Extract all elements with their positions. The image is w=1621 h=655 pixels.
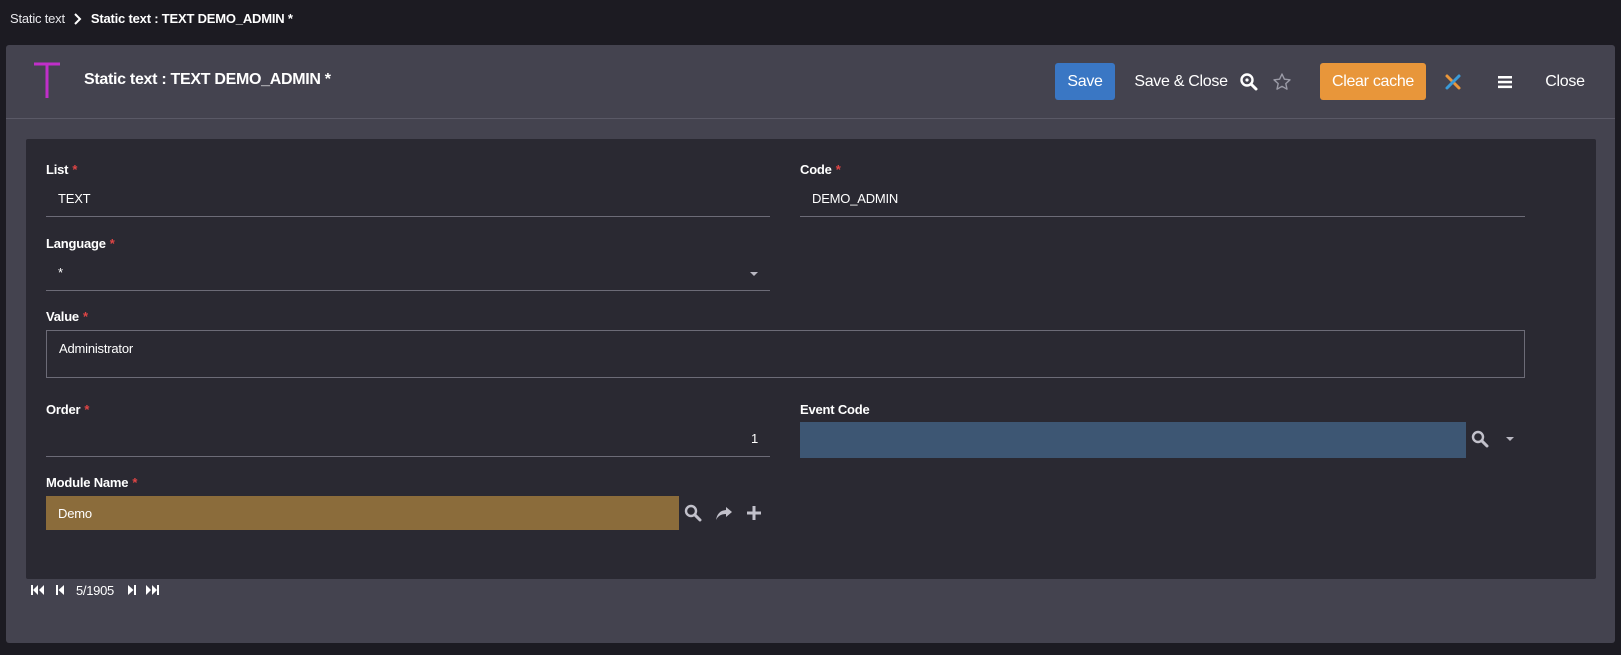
tools-icon[interactable] — [1442, 71, 1464, 93]
order-value: 1 — [750, 431, 758, 446]
plus-icon[interactable] — [744, 503, 764, 523]
order-field[interactable]: 1 — [46, 421, 770, 457]
page-position: 5/1905 — [76, 582, 114, 598]
record-panel: Static text : TEXT DEMO_ADMIN * Save Sav… — [6, 45, 1615, 643]
toolbar: Save Save & Close Clear cache Close — [6, 63, 1615, 101]
breadcrumb-current: Static text : TEXT DEMO_ADMIN * — [90, 11, 293, 26]
menu-icon[interactable] — [1494, 71, 1516, 93]
last-page-icon[interactable] — [144, 582, 160, 598]
breadcrumb: Static text Static text : TEXT DEMO_ADMI… — [10, 11, 293, 26]
list-label: List * — [46, 162, 78, 177]
required-mark: * — [72, 162, 78, 177]
code-label: Code * — [800, 162, 841, 177]
required-mark: * — [84, 402, 90, 417]
close-button[interactable]: Close — [1536, 63, 1594, 100]
list-field[interactable]: TEXT — [46, 181, 770, 217]
first-page-icon[interactable] — [30, 582, 46, 598]
required-mark: * — [835, 162, 841, 177]
zoom-search-icon[interactable] — [1238, 71, 1260, 93]
language-label: Language * — [46, 236, 115, 251]
value-textarea[interactable]: Administrator — [46, 330, 1525, 378]
save-button[interactable]: Save — [1055, 63, 1115, 100]
module-name-label: Module Name * — [46, 475, 138, 490]
language-select[interactable]: * — [46, 255, 770, 291]
next-page-icon[interactable] — [124, 582, 140, 598]
search-icon[interactable] — [683, 503, 703, 523]
required-mark: * — [132, 475, 138, 490]
star-icon[interactable] — [1271, 71, 1293, 93]
caret-down-icon — [750, 272, 758, 276]
caret-down-icon[interactable] — [1506, 437, 1514, 441]
event-code-label: Event Code — [800, 402, 870, 417]
code-field[interactable]: DEMO_ADMIN — [800, 181, 1525, 217]
clear-cache-button[interactable]: Clear cache — [1320, 63, 1426, 100]
share-arrow-icon[interactable] — [714, 503, 734, 523]
language-value: * — [58, 265, 63, 280]
module-name-field[interactable]: Demo — [46, 496, 679, 530]
required-mark: * — [109, 236, 115, 251]
chevron-right-icon — [71, 12, 85, 26]
value-label: Value * — [46, 309, 88, 324]
value-text: Administrator — [59, 341, 133, 356]
breadcrumb-parent[interactable]: Static text — [10, 11, 65, 26]
code-value: DEMO_ADMIN — [812, 191, 899, 206]
save-close-button[interactable]: Save & Close — [1126, 63, 1236, 100]
panel-header: Static text : TEXT DEMO_ADMIN * Save Sav… — [6, 45, 1615, 119]
record-pager: 5/1905 — [30, 580, 160, 600]
previous-page-icon[interactable] — [52, 582, 68, 598]
record-form: List * TEXT Code * DEMO_ADMIN Language * * … — [26, 139, 1596, 579]
order-label: Order * — [46, 402, 90, 417]
required-mark: * — [82, 309, 88, 324]
module-name-value: Demo — [58, 505, 92, 521]
search-icon[interactable] — [1470, 429, 1490, 449]
event-code-field[interactable] — [800, 422, 1466, 458]
list-value: TEXT — [58, 191, 91, 206]
